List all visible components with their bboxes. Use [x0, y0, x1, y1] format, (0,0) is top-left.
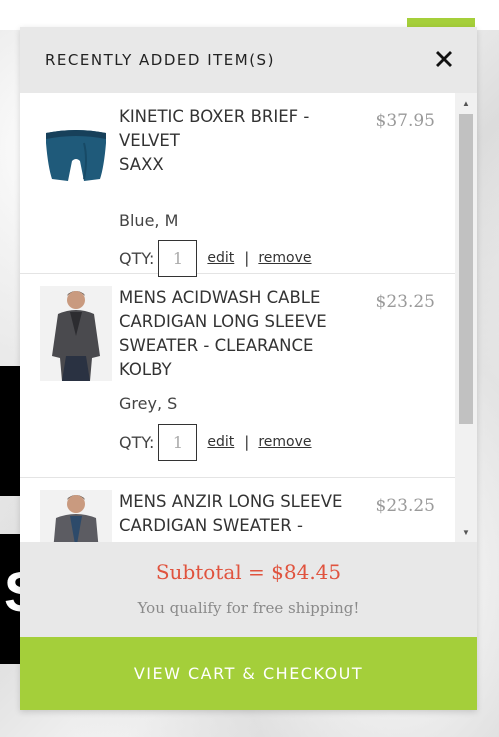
- minicart-header: RECENTLY ADDED ITEM(S): [20, 27, 477, 93]
- product-price: $23.25: [375, 496, 435, 516]
- remove-link[interactable]: remove: [258, 250, 311, 266]
- product-name[interactable]: MENS ANZIR LONG SLEEVE CARDIGAN SWEATER …: [119, 490, 349, 538]
- quantity-label: QTY:: [119, 248, 155, 268]
- link-separator: |: [244, 433, 250, 451]
- cart-item: MENS ANZIR LONG SLEEVE CARDIGAN SWEATER …: [20, 478, 455, 542]
- product-name[interactable]: KINETIC BOXER BRIEF - VELVET SAXX: [119, 105, 349, 177]
- background-banner-block: S: [0, 534, 41, 664]
- quantity-label: QTY:: [119, 432, 155, 452]
- quantity-input[interactable]: [158, 239, 198, 277]
- close-icon[interactable]: [432, 47, 456, 71]
- free-shipping-note: You qualify for free shipping!: [137, 599, 360, 617]
- product-image[interactable]: [40, 123, 112, 189]
- cart-summary: Subtotal = $84.45 You qualify for free s…: [20, 542, 477, 637]
- remove-link[interactable]: remove: [258, 434, 311, 450]
- cart-item: KINETIC BOXER BRIEF - VELVET SAXX $37.95…: [20, 93, 455, 277]
- scrollbar-thumb[interactable]: [459, 114, 473, 424]
- quantity-row: QTY: edit | remove: [119, 423, 312, 461]
- product-name[interactable]: MENS ACIDWASH CABLE CARDIGAN LONG SLEEVE…: [119, 286, 349, 382]
- quantity-row: QTY: edit | remove: [119, 239, 312, 277]
- link-separator: |: [244, 249, 250, 267]
- background-banner-block: [0, 366, 20, 496]
- quantity-input[interactable]: [158, 423, 198, 461]
- edit-link[interactable]: edit: [207, 434, 234, 450]
- scrollbar[interactable]: ▲ ▼: [455, 93, 477, 542]
- product-price: $37.95: [375, 111, 435, 131]
- product-image[interactable]: [40, 490, 112, 542]
- product-price: $23.25: [375, 292, 435, 312]
- scroll-up-arrow-icon[interactable]: ▲: [455, 95, 477, 111]
- product-variant: Blue, M: [119, 211, 179, 230]
- scroll-down-arrow-icon[interactable]: ▼: [455, 524, 477, 540]
- minicart-title: RECENTLY ADDED ITEM(S): [45, 51, 275, 69]
- edit-link[interactable]: edit: [207, 250, 234, 266]
- minicart-panel: RECENTLY ADDED ITEM(S) KINETIC BOXER BRI…: [20, 27, 477, 710]
- product-variant: Grey, S: [119, 394, 178, 413]
- view-cart-checkout-button[interactable]: VIEW CART & CHECKOUT: [20, 637, 477, 710]
- product-image[interactable]: [40, 286, 112, 381]
- cart-item: MENS ACIDWASH CABLE CARDIGAN LONG SLEEVE…: [20, 274, 455, 478]
- cart-items-list: KINETIC BOXER BRIEF - VELVET SAXX $37.95…: [20, 93, 477, 542]
- subtotal: Subtotal = $84.45: [155, 560, 342, 584]
